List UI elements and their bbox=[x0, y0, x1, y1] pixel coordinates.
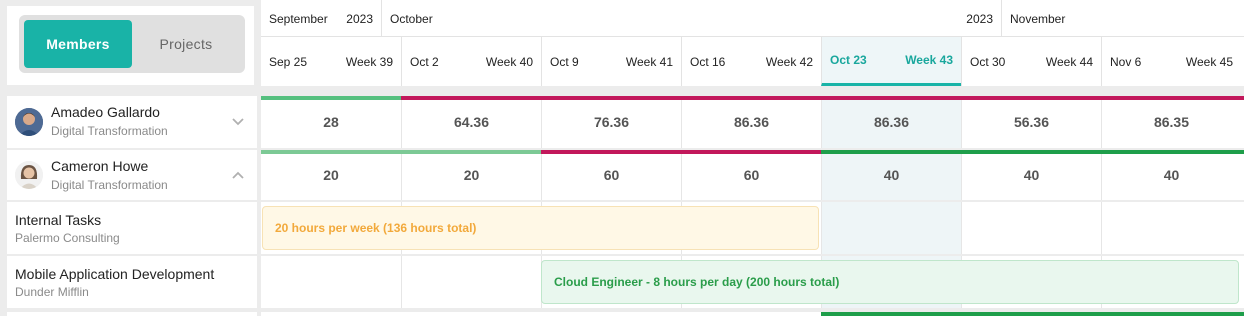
view-toggle: Members Projects bbox=[19, 15, 245, 73]
week-column-44[interactable]: Oct 30 Week 44 bbox=[961, 37, 1101, 86]
hours-cell[interactable]: 60 bbox=[541, 150, 681, 200]
week-date: Oct 23 bbox=[830, 53, 867, 67]
project-row-internal-tasks[interactable]: Internal Tasks Palermo Consulting bbox=[7, 202, 257, 254]
month-september: September 2023 bbox=[261, 0, 381, 37]
member-department: Digital Transformation bbox=[51, 124, 168, 138]
timeline-cell bbox=[821, 202, 961, 254]
hours-cell[interactable]: 20 bbox=[261, 150, 401, 200]
allocation-bar-full bbox=[821, 150, 1244, 154]
avatar bbox=[15, 108, 43, 136]
week-number: Week 39 bbox=[345, 54, 393, 69]
week-date: Oct 30 bbox=[970, 54, 1006, 69]
week-date: Oct 9 bbox=[550, 54, 579, 69]
allocation-bar-full bbox=[821, 312, 1244, 316]
allocation-bar-under bbox=[261, 150, 541, 154]
view-toggle-panel: Members Projects bbox=[7, 6, 254, 85]
month-label: November bbox=[1010, 11, 1066, 26]
projects-tab[interactable]: Projects bbox=[132, 20, 240, 68]
allocation-bar-under bbox=[261, 96, 401, 100]
week-number: Week 42 bbox=[765, 54, 813, 69]
week-date: Nov 6 bbox=[1110, 54, 1142, 69]
member-hours-row-cameron: 20 20 60 60 40 40 40 bbox=[261, 150, 1244, 200]
week-number: Week 44 bbox=[1045, 54, 1093, 69]
week-number: Week 40 bbox=[485, 54, 533, 69]
timeline-cell bbox=[961, 202, 1101, 254]
hours-cell[interactable]: 64.36 bbox=[401, 96, 541, 148]
month-label: October bbox=[390, 11, 433, 26]
member-department: Digital Transformation bbox=[51, 178, 168, 192]
week-number: Week 43 bbox=[905, 53, 953, 67]
allocation-bar-over bbox=[541, 150, 821, 154]
month-october: October 2023 bbox=[381, 0, 1001, 37]
project-name: Mobile Application Development bbox=[15, 266, 215, 282]
members-tab[interactable]: Members bbox=[24, 20, 132, 68]
project-timeline-internal-tasks: 20 hours per week (136 hours total) bbox=[261, 202, 1244, 254]
project-client: Palermo Consulting bbox=[15, 231, 120, 245]
project-client: Dunder Mifflin bbox=[15, 285, 89, 299]
next-row-grid bbox=[261, 312, 1244, 316]
hours-cell[interactable]: 40 bbox=[1101, 150, 1241, 200]
member-hours-row-amadeo: 28 64.36 76.36 86.36 86.36 56.36 86.35 bbox=[261, 96, 1244, 148]
hours-cell[interactable]: 40 bbox=[821, 150, 961, 200]
hours-cell[interactable]: 28 bbox=[261, 96, 401, 148]
assignment-bar-internal-tasks[interactable]: 20 hours per week (136 hours total) bbox=[262, 206, 819, 250]
week-date: Oct 16 bbox=[690, 54, 726, 69]
week-column-40[interactable]: Oct 2 Week 40 bbox=[401, 37, 541, 86]
hours-cell[interactable]: 76.36 bbox=[541, 96, 681, 148]
next-row-left bbox=[7, 312, 257, 316]
hours-cell[interactable]: 86.36 bbox=[681, 96, 821, 148]
week-number: Week 45 bbox=[1185, 54, 1233, 69]
hours-cell[interactable]: 86.35 bbox=[1101, 96, 1241, 148]
week-column-43-current[interactable]: Oct 23 Week 43 bbox=[821, 37, 961, 86]
member-row-cameron[interactable]: Cameron Howe Digital Transformation bbox=[7, 150, 257, 200]
project-row-mobile-app[interactable]: Mobile Application Development Dunder Mi… bbox=[7, 256, 257, 308]
project-name: Internal Tasks bbox=[15, 212, 102, 228]
allocation-bar-over bbox=[401, 96, 1244, 100]
member-name: Cameron Howe bbox=[51, 158, 149, 174]
week-column-41[interactable]: Oct 9 Week 41 bbox=[541, 37, 681, 86]
week-date: Oct 2 bbox=[410, 54, 439, 69]
member-name: Amadeo Gallardo bbox=[51, 104, 160, 120]
timeline-cell bbox=[1101, 202, 1241, 254]
member-row-amadeo[interactable]: Amadeo Gallardo Digital Transformation bbox=[7, 96, 257, 148]
week-column-39[interactable]: Sep 25 Week 39 bbox=[261, 37, 401, 86]
hours-cell[interactable]: 56.36 bbox=[961, 96, 1101, 148]
hours-cell[interactable]: 40 bbox=[961, 150, 1101, 200]
avatar bbox=[15, 161, 43, 189]
week-column-42[interactable]: Oct 16 Week 42 bbox=[681, 37, 821, 86]
month-label: September bbox=[269, 11, 328, 26]
assignment-bar-mobile-app[interactable]: Cloud Engineer - 8 hours per day (200 ho… bbox=[541, 260, 1239, 304]
hours-cell[interactable]: 60 bbox=[681, 150, 821, 200]
chevron-up-icon[interactable] bbox=[229, 166, 247, 184]
month-november: November bbox=[1001, 0, 1244, 37]
hours-cell[interactable]: 86.36 bbox=[821, 96, 961, 148]
chevron-down-icon[interactable] bbox=[229, 113, 247, 131]
timeline-header: September 2023 October 2023 November Sep… bbox=[261, 0, 1244, 86]
week-column-45[interactable]: Nov 6 Week 45 bbox=[1101, 37, 1241, 86]
project-timeline-mobile-app: Cloud Engineer - 8 hours per day (200 ho… bbox=[261, 256, 1244, 308]
week-date: Sep 25 bbox=[269, 54, 308, 69]
week-number: Week 41 bbox=[625, 54, 673, 69]
timeline-cell bbox=[261, 256, 401, 308]
year-label: 2023 bbox=[346, 11, 373, 26]
hours-cell[interactable]: 20 bbox=[401, 150, 541, 200]
timeline-cell bbox=[401, 256, 541, 308]
year-label: 2023 bbox=[966, 11, 993, 26]
